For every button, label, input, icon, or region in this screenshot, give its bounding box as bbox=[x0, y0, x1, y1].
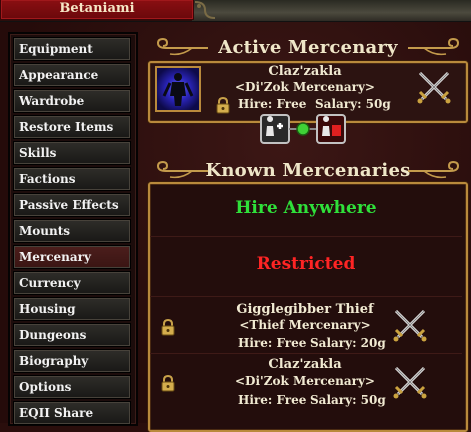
mercenary-silhouette-icon bbox=[162, 73, 194, 106]
mercenary-type: <Thief Mercenary> bbox=[239, 318, 371, 332]
sidebar-item-factions[interactable]: Factions bbox=[13, 167, 131, 191]
sidebar-item-currency[interactable]: Currency bbox=[13, 271, 131, 295]
sidebar-item-equipment[interactable]: Equipment bbox=[13, 37, 131, 61]
active-mercenary-type: <Di'Zok Mercenary> bbox=[235, 80, 375, 94]
sidebar-item-passive-effects[interactable]: Passive Effects bbox=[13, 193, 131, 217]
section-divider bbox=[150, 296, 462, 297]
sidebar-item-skills[interactable]: Skills bbox=[13, 141, 131, 165]
section-divider bbox=[150, 236, 462, 237]
character-name-tab[interactable]: Betaniami bbox=[0, 0, 194, 20]
stance-toggle-right-button[interactable] bbox=[316, 114, 346, 144]
corner-flourish-icon bbox=[194, 1, 216, 19]
mercenary-hire: Hire: Free bbox=[238, 336, 307, 350]
sidebar-nav: Equipment Appearance Wardrobe Restore It… bbox=[8, 32, 138, 426]
sidebar-item-mercenary[interactable]: Mercenary bbox=[13, 245, 131, 269]
active-mercenary-salary: Salary: 50g bbox=[315, 97, 391, 111]
section-divider bbox=[150, 353, 462, 354]
mercenary-hire: Hire: Free bbox=[238, 393, 307, 407]
header-flourish-right-icon bbox=[408, 161, 460, 179]
sidebar-item-eqii-share[interactable]: EQII Share bbox=[13, 401, 131, 425]
active-mercenary-name: Claz'zakla bbox=[268, 64, 342, 79]
dismiss-swords-icon[interactable] bbox=[415, 68, 453, 106]
active-mercenary-hire: Hire: Free bbox=[238, 97, 307, 111]
sidebar-item-housing[interactable]: Housing bbox=[13, 297, 131, 321]
stance-toggle-left-button[interactable] bbox=[260, 114, 290, 144]
lock-icon bbox=[216, 97, 230, 114]
sidebar-item-mounts[interactable]: Mounts bbox=[13, 219, 131, 243]
mercenary-name: Gigglegibber Thief bbox=[236, 302, 374, 317]
mercenary-name: Claz'zakla bbox=[268, 357, 342, 372]
mercenary-type: <Di'Zok Mercenary> bbox=[235, 374, 375, 388]
hire-swords-icon[interactable] bbox=[391, 363, 429, 401]
character-name: Betaniami bbox=[59, 1, 135, 16]
hire-swords-icon[interactable] bbox=[391, 306, 429, 344]
hire-anywhere-label: Hire Anywhere bbox=[235, 198, 377, 218]
sidebar-item-restore-items[interactable]: Restore Items bbox=[13, 115, 131, 139]
mercenary-salary: Salary: 20g bbox=[310, 336, 386, 350]
lock-icon bbox=[161, 375, 175, 392]
sidebar-item-wardrobe[interactable]: Wardrobe bbox=[13, 89, 131, 113]
mercenary-portrait[interactable] bbox=[155, 66, 201, 112]
sidebar-item-biography[interactable]: Biography bbox=[13, 349, 131, 373]
sidebar-item-options[interactable]: Options bbox=[13, 375, 131, 399]
title-bar-background bbox=[192, 0, 471, 21]
sidebar-item-appearance[interactable]: Appearance bbox=[13, 63, 131, 87]
sidebar-item-dungeons[interactable]: Dungeons bbox=[13, 323, 131, 347]
lock-icon bbox=[161, 319, 175, 336]
header-flourish-right-icon bbox=[408, 38, 460, 56]
restricted-label: Restricted bbox=[256, 254, 356, 274]
mercenary-salary: Salary: 50g bbox=[310, 393, 386, 407]
